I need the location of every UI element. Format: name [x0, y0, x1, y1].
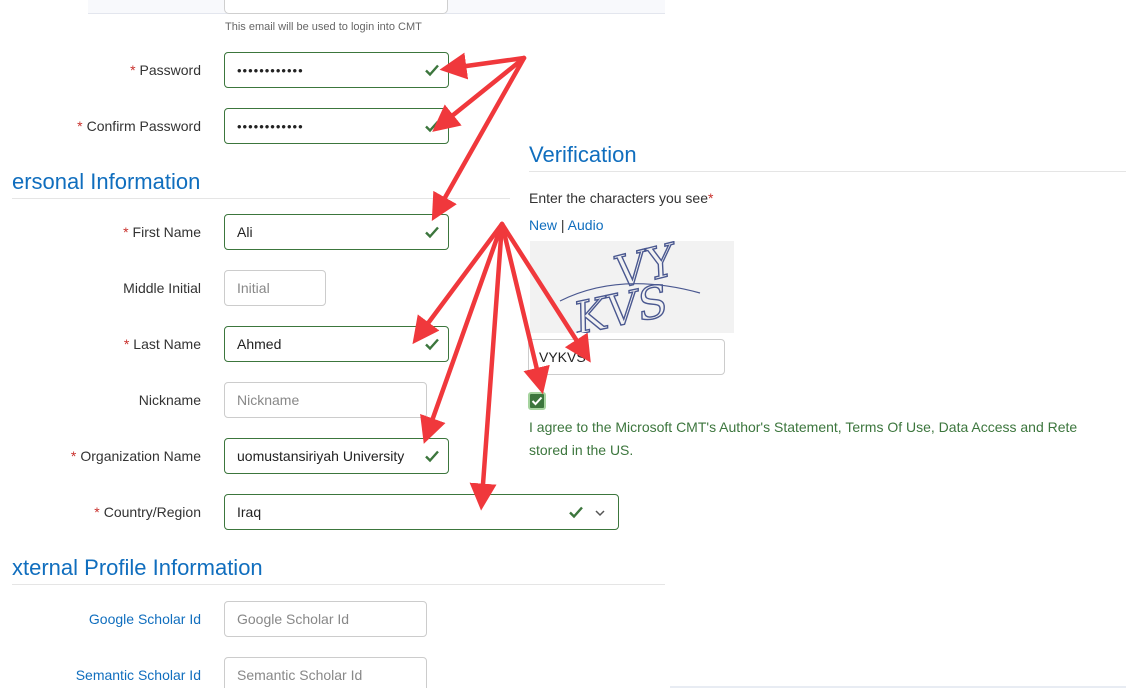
email-input-edge[interactable] — [224, 0, 448, 14]
captcha-links: New | Audio — [529, 217, 604, 233]
required-mark: * — [130, 62, 136, 78]
section-divider — [529, 171, 1126, 172]
nickname-input[interactable]: Nickname — [224, 382, 427, 418]
confirm-password-label: * Confirm Password — [77, 118, 201, 134]
middle-initial-input[interactable]: Initial — [224, 270, 326, 306]
country-region-label: * Country/Region — [94, 504, 201, 520]
agree-checkbox[interactable] — [528, 392, 546, 410]
verification-title: Verification — [529, 142, 637, 167]
check-icon — [425, 338, 439, 351]
first-name-input[interactable]: Ali — [224, 214, 449, 250]
captcha-new-link[interactable]: New — [529, 217, 557, 233]
personal-information-title: ersonal Information — [12, 169, 201, 194]
captcha-audio-link[interactable]: Audio — [568, 217, 604, 233]
password-label: * Password — [130, 62, 201, 78]
google-scholar-input[interactable]: Google Scholar Id — [224, 601, 427, 637]
captcha-text-drawing: VY KVS — [559, 233, 701, 346]
email-field-remnant — [88, 0, 665, 14]
semantic-scholar-input[interactable]: Semantic Scholar Id — [224, 657, 427, 688]
middle-initial-label: Middle Initial — [123, 280, 201, 296]
captcha-input[interactable]: VYKVS — [528, 339, 725, 375]
organization-name-input[interactable]: uomustansiriyah University — [224, 438, 449, 474]
semantic-scholar-label[interactable]: Semantic Scholar Id — [40, 667, 201, 683]
password-input[interactable]: •••••••••••• — [224, 52, 449, 88]
chevron-down-icon — [595, 510, 605, 517]
external-profile-title: xternal Profile Information — [12, 555, 263, 580]
last-name-input[interactable]: Ahmed — [224, 326, 449, 362]
section-divider — [12, 584, 665, 585]
check-icon — [425, 226, 439, 239]
captcha-image: VY KVS — [530, 233, 734, 346]
google-scholar-label[interactable]: Google Scholar Id — [40, 611, 201, 627]
country-region-select[interactable]: Iraq — [224, 494, 619, 530]
email-help-text: This email will be used to login into CM… — [225, 21, 422, 33]
check-icon — [425, 64, 439, 77]
agree-statement: I agree to the Microsoft CMT's Author's … — [529, 419, 1078, 458]
organization-name-label: * Organization Name — [70, 448, 201, 464]
last-name-label: * Last Name — [123, 336, 201, 352]
check-icon — [424, 448, 440, 464]
confirm-password-input[interactable]: •••••••••••• — [224, 108, 449, 144]
check-icon — [569, 506, 583, 519]
captcha-prompt: Enter the characters you see* — [529, 190, 714, 206]
nickname-label: Nickname — [138, 392, 201, 408]
first-name-label: * First Name — [123, 224, 201, 240]
check-icon — [531, 396, 543, 406]
check-icon — [425, 120, 439, 133]
